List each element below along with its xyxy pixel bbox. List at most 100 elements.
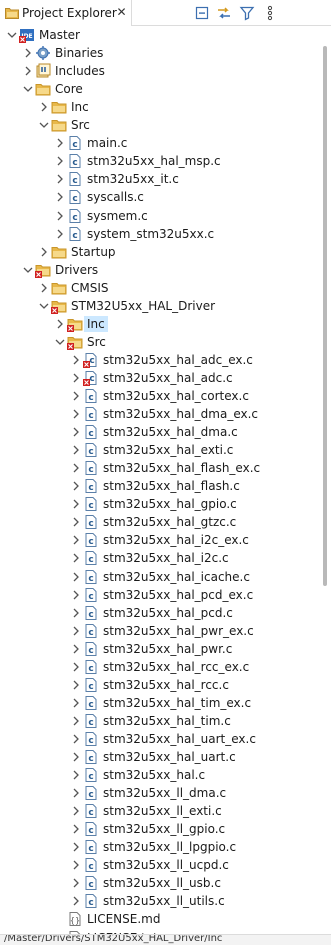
tree-item-master[interactable]: IDE Master xyxy=(0,26,319,44)
chevron-down-icon[interactable] xyxy=(53,334,67,350)
tree-item-stm32u5xx-ll-utils-c[interactable]: c stm32u5xx_ll_utils.c xyxy=(0,892,319,910)
tree-item-main-c[interactable]: c main.c xyxy=(0,134,319,152)
tree-item-binaries[interactable]: Binaries xyxy=(0,44,319,62)
chevron-down-icon[interactable] xyxy=(5,27,19,43)
tree-item-stm32u5xx-hal-exti-c[interactable]: c stm32u5xx_hal_exti.c xyxy=(0,441,319,459)
chevron-right-icon[interactable] xyxy=(37,280,51,296)
tree-item-system-stm32u5xx-c[interactable]: c system_stm32u5xx.c xyxy=(0,225,319,243)
chevron-right-icon[interactable] xyxy=(69,623,83,639)
chevron-right-icon[interactable] xyxy=(69,857,83,873)
tree-item-syscalls-c[interactable]: c syscalls.c xyxy=(0,188,319,206)
tree-item-stm32u5xx-ll-dma-c[interactable]: c stm32u5xx_ll_dma.c xyxy=(0,784,319,802)
tree-item-stm32u5xx-ll-ucpd-c[interactable]: c stm32u5xx_ll_ucpd.c xyxy=(0,856,319,874)
chevron-right-icon[interactable] xyxy=(69,496,83,512)
chevron-right-icon[interactable] xyxy=(53,316,67,332)
tree-item-stm32u5xx-hal-msp-c[interactable]: c stm32u5xx_hal_msp.c xyxy=(0,152,319,170)
scrollbar-thumb[interactable] xyxy=(323,46,327,586)
tree-item-sysmem-c[interactable]: c sysmem.c xyxy=(0,207,319,225)
chevron-right-icon[interactable] xyxy=(69,532,83,548)
tree-item-stm32u5xx-hal-i2c-ex-c[interactable]: c stm32u5xx_hal_i2c_ex.c xyxy=(0,531,319,549)
filter-button[interactable] xyxy=(238,4,256,22)
tree-item-stm32u5xx-hal-adc-ex-c[interactable]: c stm32u5xx_hal_adc_ex.c xyxy=(0,351,319,369)
chevron-right-icon[interactable] xyxy=(53,171,67,187)
chevron-right-icon[interactable] xyxy=(53,153,67,169)
view-menu-button[interactable] xyxy=(261,4,279,22)
chevron-right-icon[interactable] xyxy=(69,731,83,747)
chevron-right-icon[interactable] xyxy=(69,713,83,729)
tab-project-explorer[interactable]: Project Explorer ✕ xyxy=(0,0,132,26)
tree-item-src[interactable]: Src xyxy=(0,116,319,134)
tree-item-stm32u5xx-hal-rcc-ex-c[interactable]: c stm32u5xx_hal_rcc_ex.c xyxy=(0,658,319,676)
tree-item-stm32u5xx-ll-exti-c[interactable]: c stm32u5xx_ll_exti.c xyxy=(0,802,319,820)
chevron-right-icon[interactable] xyxy=(69,677,83,693)
tree-item-stm32u5xx-hal-pcd-c[interactable]: c stm32u5xx_hal_pcd.c xyxy=(0,604,319,622)
chevron-down-icon[interactable] xyxy=(37,117,51,133)
tree-item-stm32u5xx-hal-dma-c[interactable]: c stm32u5xx_hal_dma.c xyxy=(0,423,319,441)
chevron-right-icon[interactable] xyxy=(69,514,83,530)
chevron-right-icon[interactable] xyxy=(69,370,83,386)
chevron-right-icon[interactable] xyxy=(69,695,83,711)
tree-item-stm32u5xx-hal-dma-ex-c[interactable]: c stm32u5xx_hal_dma_ex.c xyxy=(0,405,319,423)
chevron-right-icon[interactable] xyxy=(37,244,51,260)
tree-item-stm32u5xx-hal-c[interactable]: c stm32u5xx_hal.c xyxy=(0,766,319,784)
chevron-right-icon[interactable] xyxy=(37,99,51,115)
tree-item-stm32u5xx-hal-icache-c[interactable]: c stm32u5xx_hal_icache.c xyxy=(0,568,319,586)
tree-item-stm32u5xx-hal-pwr-c[interactable]: c stm32u5xx_hal_pwr.c xyxy=(0,640,319,658)
chevron-right-icon[interactable] xyxy=(69,767,83,783)
chevron-right-icon[interactable] xyxy=(69,875,83,891)
chevron-right-icon[interactable] xyxy=(69,424,83,440)
tree-item-drivers[interactable]: Drivers xyxy=(0,261,319,279)
chevron-right-icon[interactable] xyxy=(69,587,83,603)
chevron-right-icon[interactable] xyxy=(69,442,83,458)
tree-item-stm32u5xx-hal-flash-ex-c[interactable]: c stm32u5xx_hal_flash_ex.c xyxy=(0,459,319,477)
tree-item-stm32u5xx-hal-flash-c[interactable]: c stm32u5xx_hal_flash.c xyxy=(0,477,319,495)
collapse-all-button[interactable] xyxy=(193,4,211,22)
tree-item-stm32u5xx-hal-gpio-c[interactable]: c stm32u5xx_hal_gpio.c xyxy=(0,495,319,513)
tree-item-stm32u5xx-hal-uart-ex-c[interactable]: c stm32u5xx_hal_uart_ex.c xyxy=(0,730,319,748)
tree-item-stm32u5xx-hal-tim-ex-c[interactable]: c stm32u5xx_hal_tim_ex.c xyxy=(0,694,319,712)
link-with-editor-button[interactable] xyxy=(215,4,233,22)
chevron-right-icon[interactable] xyxy=(53,189,67,205)
tree-item-inc[interactable]: Inc xyxy=(0,315,319,333)
chevron-right-icon[interactable] xyxy=(69,388,83,404)
tree-item-cmsis[interactable]: CMSIS xyxy=(0,279,319,297)
chevron-right-icon[interactable] xyxy=(69,659,83,675)
tree-item-stm32u5xx-it-c[interactable]: c stm32u5xx_it.c xyxy=(0,170,319,188)
chevron-right-icon[interactable] xyxy=(53,226,67,242)
tree-item-stm32u5xx-hal-i2c-c[interactable]: c stm32u5xx_hal_i2c.c xyxy=(0,549,319,567)
tree-item-stm32u5xx-hal-adc-c[interactable]: c stm32u5xx_hal_adc.c xyxy=(0,369,319,387)
chevron-right-icon[interactable] xyxy=(69,803,83,819)
tree-item-startup[interactable]: Startup xyxy=(0,243,319,261)
chevron-right-icon[interactable] xyxy=(69,893,83,909)
chevron-right-icon[interactable] xyxy=(53,208,67,224)
tree-item-stm32u5xx-hal-pcd-ex-c[interactable]: c stm32u5xx_hal_pcd_ex.c xyxy=(0,586,319,604)
chevron-right-icon[interactable] xyxy=(69,839,83,855)
tree-item-stm32u5xx-ll-usb-c[interactable]: c stm32u5xx_ll_usb.c xyxy=(0,874,319,892)
tree-item-src[interactable]: Src xyxy=(0,333,319,351)
tree-item-stm32u5xx-hal-uart-c[interactable]: c stm32u5xx_hal_uart.c xyxy=(0,748,319,766)
tree-item-stm32u5xx-hal-cortex-c[interactable]: c stm32u5xx_hal_cortex.c xyxy=(0,387,319,405)
tree-item-stm32u5xx-hal-gtzc-c[interactable]: c stm32u5xx_hal_gtzc.c xyxy=(0,513,319,531)
tree-item-stm32u5xx-hal-pwr-ex-c[interactable]: c stm32u5xx_hal_pwr_ex.c xyxy=(0,622,319,640)
chevron-right-icon[interactable] xyxy=(21,63,35,79)
tree-item-core[interactable]: Core xyxy=(0,80,319,98)
chevron-right-icon[interactable] xyxy=(69,406,83,422)
chevron-down-icon[interactable] xyxy=(37,298,51,314)
chevron-right-icon[interactable] xyxy=(69,352,83,368)
tree-item-stm32u5xx-ll-lpgpio-c[interactable]: c stm32u5xx_ll_lpgpio.c xyxy=(0,838,319,856)
chevron-right-icon[interactable] xyxy=(69,641,83,657)
chevron-right-icon[interactable] xyxy=(69,749,83,765)
tree-item-license-md[interactable]: {} LICENSE.md xyxy=(0,910,319,928)
chevron-right-icon[interactable] xyxy=(69,569,83,585)
chevron-right-icon[interactable] xyxy=(69,605,83,621)
chevron-right-icon[interactable] xyxy=(69,785,83,801)
chevron-right-icon[interactable] xyxy=(69,460,83,476)
chevron-right-icon[interactable] xyxy=(53,135,67,151)
chevron-down-icon[interactable] xyxy=(21,262,35,278)
tree-item-stm32u5xx-hal-rcc-c[interactable]: c stm32u5xx_hal_rcc.c xyxy=(0,676,319,694)
tree-item-includes[interactable]: Includes xyxy=(0,62,319,80)
chevron-right-icon[interactable] xyxy=(69,550,83,566)
chevron-right-icon[interactable] xyxy=(69,821,83,837)
close-icon[interactable]: ✕ xyxy=(115,5,128,19)
tree-item-stm32u5xx-ll-gpio-c[interactable]: c stm32u5xx_ll_gpio.c xyxy=(0,820,319,838)
